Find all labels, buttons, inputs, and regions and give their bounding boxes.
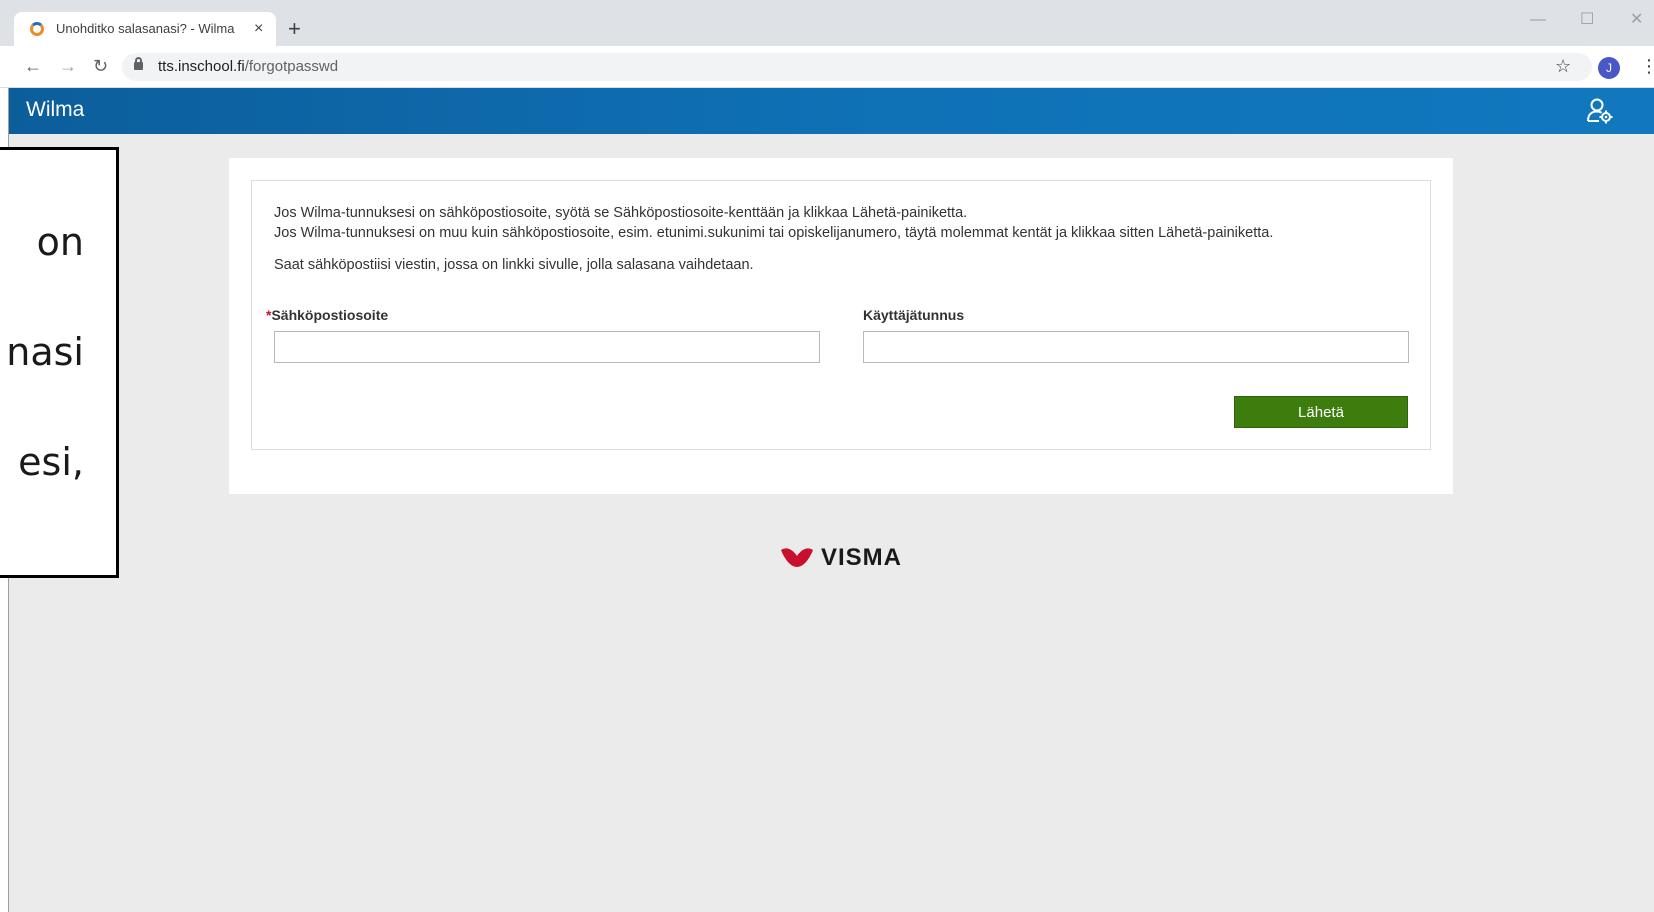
browser-tabstrip: Unohditko salasanasi? - Wilma - × + — ☐ … <box>0 0 1654 46</box>
window-close-button[interactable]: ✕ <box>1630 10 1643 30</box>
profile-avatar[interactable]: J <box>1598 57 1620 79</box>
forgot-password-form: Jos Wilma-tunnuksesi on sähköpostiosoite… <box>251 180 1431 450</box>
submit-button[interactable]: Lähetä <box>1234 396 1408 428</box>
username-label: Käyttäjätunnus <box>863 307 965 323</box>
callout-line-3: esi, <box>18 440 84 484</box>
tab-close-icon[interactable]: × <box>254 19 263 39</box>
app-header: Wilma <box>9 88 1654 134</box>
callout-line-1: on <box>36 220 84 264</box>
tab-title: Unohditko salasanasi? - Wilma - <box>56 21 236 36</box>
app-title[interactable]: Wilma <box>26 98 84 122</box>
visma-brand-text: VISMA <box>821 544 903 571</box>
reload-button[interactable]: ↻ <box>93 56 108 76</box>
url-text[interactable]: tts.inschool.fi/forgotpasswd <box>158 58 338 75</box>
browser-menu-icon[interactable]: ⋮ <box>1640 56 1654 76</box>
page-area: Wilma Jos Wilma-tunnuksesi on sähköposti… <box>8 88 1654 912</box>
visma-logo: VISMA <box>779 544 903 571</box>
instruction-callout: on nasi esi, <box>0 147 119 578</box>
visma-swoosh-icon <box>781 548 813 567</box>
email-label-text: Sähköpostiosoite <box>271 307 389 323</box>
browser-tab[interactable]: Unohditko salasanasi? - Wilma - × <box>14 12 276 46</box>
window-maximize-button[interactable]: ☐ <box>1580 10 1594 30</box>
browser-toolbar: ← → ↻ tts.inschool.fi/forgotpasswd ☆ J ⋮ <box>0 46 1654 88</box>
back-button[interactable]: ← <box>24 56 42 76</box>
callout-line-2: nasi <box>6 330 84 374</box>
new-tab-button[interactable]: + <box>288 18 301 40</box>
wilma-favicon-icon <box>30 22 44 36</box>
url-path: /forgotpasswd <box>244 58 339 75</box>
bookmark-star-icon[interactable]: ☆ <box>1555 56 1571 76</box>
email-input[interactable] <box>274 331 820 363</box>
forgot-password-card: Jos Wilma-tunnuksesi on sähköpostiosoite… <box>229 158 1453 494</box>
intro-text-3: Saat sähköpostiisi viestin, jossa on lin… <box>274 257 754 273</box>
user-settings-icon[interactable] <box>1585 96 1615 126</box>
username-input[interactable] <box>863 331 1409 363</box>
url-host: tts.inschool.fi <box>158 58 245 75</box>
window-minimize-button[interactable]: — <box>1530 10 1546 30</box>
lock-icon <box>134 57 143 70</box>
email-label: *Sähköpostiosoite <box>266 307 388 323</box>
forward-button[interactable]: → <box>59 56 77 76</box>
address-bar[interactable]: tts.inschool.fi/forgotpasswd <box>122 53 1592 81</box>
intro-text-2: Jos Wilma-tunnuksesi on muu kuin sähköpo… <box>274 225 1274 241</box>
intro-text-1: Jos Wilma-tunnuksesi on sähköpostiosoite… <box>274 205 968 221</box>
